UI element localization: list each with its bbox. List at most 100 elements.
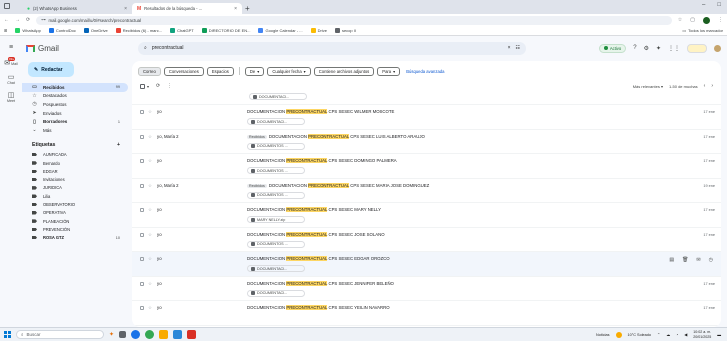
- sidebar-item-starred[interactable]: ☆ Destacados: [22, 92, 128, 101]
- apps-grid-icon[interactable]: ⊞: [4, 28, 7, 33]
- sidebar-item-sent[interactable]: ➤ Enviados: [22, 109, 128, 118]
- sidebar-label-item[interactable]: Bernardo: [22, 159, 128, 167]
- row-checkbox[interactable]: [140, 110, 144, 114]
- table-row[interactable]: ☆ yo, María 2 Recibidos DOCUMENTACION PRE…: [132, 179, 721, 203]
- plus-icon[interactable]: +: [245, 3, 250, 14]
- attachment-chip[interactable]: DOCUMENTACI...: [249, 93, 307, 100]
- side-panel-icon[interactable]: ▢: [690, 17, 695, 23]
- table-row[interactable]: ☆ yo DOCUMENTACION PRECONTRACTUAL CPS SE…: [132, 154, 721, 179]
- avatar[interactable]: [714, 44, 721, 52]
- windows-start-icon[interactable]: [4, 331, 11, 338]
- bookmark-item[interactable]: ControlDoc: [48, 28, 76, 33]
- attachment-chip[interactable]: MARY NELLY.zip: [247, 216, 306, 223]
- search-input[interactable]: precontractual: [152, 45, 503, 51]
- table-row[interactable]: ☆ yo DOCUMENTACION PRECONTRACTUAL CPS SE…: [132, 105, 721, 130]
- status-badge[interactable]: Activo: [598, 43, 627, 53]
- star-icon[interactable]: ☆: [148, 281, 152, 286]
- more-actions-icon[interactable]: ⋮: [167, 83, 172, 89]
- star-icon[interactable]: ☆: [148, 183, 152, 188]
- sidebar-item-drafts[interactable]: ▯ Borradores 1: [22, 117, 128, 126]
- browser-tab[interactable]: ● (2) WhatsApp Business ×: [22, 3, 132, 14]
- sort-dropdown[interactable]: Más relevantes ▾: [633, 84, 663, 89]
- url-text[interactable]: mail.google.com/mail/u/0/#search/precont…: [49, 18, 667, 23]
- row-checkbox[interactable]: [140, 257, 144, 261]
- weather-text[interactable]: 10°C Soleado: [628, 333, 651, 337]
- select-all-checkbox[interactable]: [140, 83, 145, 89]
- sidebar-item-more[interactable]: ⌄ Más: [22, 126, 128, 135]
- bookmark-item[interactable]: WhatsApp: [15, 28, 41, 33]
- filter-chip-conversations[interactable]: Conversaciones: [163, 66, 204, 76]
- table-row[interactable]: ☆ yo DOCUMENTACION PRECONTRACTUAL CPS SE…: [132, 301, 721, 326]
- star-icon[interactable]: ☆: [148, 109, 152, 114]
- cloud-icon[interactable]: ☁: [666, 332, 670, 337]
- attachment-chip[interactable]: DOCUMENTOS ...: [247, 240, 306, 248]
- filter-chip-date[interactable]: Cualquier fecha ▾: [267, 66, 311, 76]
- speaker-icon[interactable]: ◀: [684, 332, 687, 337]
- snooze-icon[interactable]: ◷: [709, 257, 713, 263]
- close-tab-icon[interactable]: ×: [124, 6, 127, 12]
- search-icon[interactable]: ⌕: [144, 45, 147, 51]
- row-checkbox[interactable]: [140, 208, 144, 212]
- hamburger-menu-icon[interactable]: ≡: [0, 44, 22, 51]
- mark-read-icon[interactable]: ✉: [696, 257, 700, 263]
- table-row-hovered[interactable]: ☆ yo DOCUMENTACION PRECONTRACTUAL CPS SE…: [132, 252, 721, 277]
- sidebar-label-item[interactable]: Lilia: [22, 192, 128, 200]
- star-icon[interactable]: ☆: [148, 256, 152, 261]
- filter-chip-attachments[interactable]: Contiene archivos adjuntos: [313, 66, 375, 76]
- notifications-icon[interactable]: ▬: [717, 333, 721, 337]
- reload-icon[interactable]: ⟳: [26, 17, 30, 23]
- edge-icon[interactable]: [145, 330, 155, 339]
- archive-icon[interactable]: ▤: [669, 257, 674, 263]
- close-tab-icon[interactable]: ×: [234, 6, 237, 12]
- profile-avatar[interactable]: [703, 16, 710, 24]
- bookmark-item[interactable]: Google Calendar - ...: [258, 28, 303, 33]
- bookmark-item[interactable]: Drive: [310, 28, 327, 33]
- row-checkbox[interactable]: [140, 306, 144, 310]
- table-row[interactable]: ☆ yo DOCUMENTACION PRECONTRACTUAL CPS SE…: [132, 277, 721, 301]
- trash-icon[interactable]: 🗑: [682, 257, 688, 263]
- advanced-search-link[interactable]: Búsqueda avanzada: [406, 69, 444, 74]
- star-icon[interactable]: ☆: [148, 207, 152, 212]
- clear-search-icon[interactable]: ×: [508, 45, 511, 51]
- attachment-chip[interactable]: DOCUMENTOS ...: [247, 142, 306, 150]
- bookmark-item[interactable]: ChatGPT: [170, 28, 194, 33]
- gmail-logo[interactable]: Gmail: [22, 44, 132, 53]
- sidebar-label-item[interactable]: JURIDICA: [22, 184, 128, 192]
- help-icon[interactable]: ?: [633, 45, 636, 51]
- main-menu[interactable]: ≡: [0, 44, 22, 51]
- gemini-icon[interactable]: ✦: [656, 45, 661, 52]
- sidebar-label-item[interactable]: OBSERVATORIO: [22, 200, 128, 208]
- star-icon[interactable]: ☆: [148, 134, 152, 139]
- bookmark-item[interactable]: secop II: [334, 28, 356, 33]
- url-omnibox[interactable]: ⊶ mail.google.com/mail/u/0/#search/preco…: [36, 15, 672, 25]
- compose-button[interactable]: ✎ Redactar: [28, 62, 74, 77]
- minimize-icon[interactable]: –: [702, 2, 705, 8]
- table-row[interactable]: ☆ yo DOCUMENTACION PRECONTRACTUAL CPS SE…: [132, 228, 721, 252]
- copilot-icon[interactable]: ✦: [109, 331, 114, 338]
- sidebar-label-item[interactable]: PREVENCIÓN: [22, 225, 128, 233]
- table-row[interactable]: ☆ yo, María 2 Recibidos DOCUMENTACION PRE…: [132, 130, 721, 154]
- apps-grid-icon[interactable]: ⋮⋮: [668, 45, 680, 52]
- bookmark-star-icon[interactable]: ☆: [678, 17, 682, 23]
- chevron-left-icon[interactable]: ‹: [704, 83, 706, 89]
- star-icon[interactable]: ☆: [148, 158, 152, 163]
- forward-icon[interactable]: →: [15, 17, 20, 23]
- chrome-icon[interactable]: [131, 330, 141, 339]
- wifi-icon[interactable]: ◔: [676, 333, 678, 337]
- refresh-icon[interactable]: ⟳: [156, 83, 160, 89]
- sidebar-label-item[interactable]: Invitaciones: [22, 175, 128, 183]
- bookmark-item[interactable]: DIRECTORIO DE EN...: [201, 28, 250, 33]
- filter-chip-from[interactable]: De ▾: [244, 66, 265, 76]
- maximize-icon[interactable]: □: [717, 2, 721, 8]
- attachment-chip[interactable]: DOCUMENTOS ...: [247, 191, 306, 199]
- bookmark-item[interactable]: OneDrive: [83, 28, 108, 33]
- attachment-chip[interactable]: DOCUMENTACI...: [247, 118, 306, 125]
- filter-chip-spaces[interactable]: Espacios: [206, 66, 234, 76]
- filter-chip-to[interactable]: Para ▾: [377, 66, 401, 76]
- tab-actions-icon[interactable]: [4, 3, 10, 9]
- attachment-chip[interactable]: DOCUMENTOS ...: [247, 167, 306, 174]
- filter-chip-mail[interactable]: Correo: [138, 66, 161, 76]
- star-icon[interactable]: ☆: [148, 232, 152, 237]
- site-info-icon[interactable]: ⊶: [41, 17, 45, 23]
- taskbar-search[interactable]: ⌕ Buscar: [16, 330, 104, 339]
